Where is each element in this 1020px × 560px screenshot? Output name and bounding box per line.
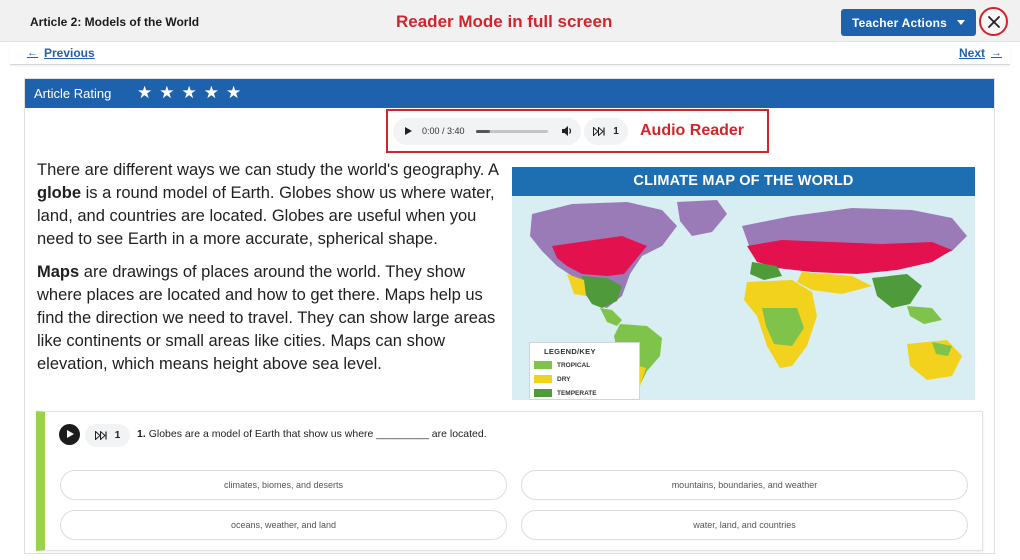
caret-down-icon [957,20,966,25]
legend-label: DRY [557,375,571,383]
article-rating-bar: Article Rating ★ ★ ★ ★ ★ [25,79,994,108]
play-icon[interactable] [405,127,412,135]
skip-forward-icon [593,127,605,136]
answer-option[interactable]: climates, biomes, and deserts [60,470,507,500]
arrow-right-icon: → [991,47,1002,59]
question-number: 1. [137,428,146,440]
legend-swatch [534,389,552,397]
legend-swatch [534,361,552,369]
legend-swatch [534,375,552,383]
audio-reader-annotation: Audio Reader [640,122,745,139]
previous-link[interactable]: ← Previous [27,46,95,60]
audio-time: 0:00 / 3:40 [422,126,465,136]
audio-player: 0:00 / 3:40 [393,118,581,145]
next-link[interactable]: Next → [959,46,1002,60]
answer-option[interactable]: water, land, and countries [521,510,968,540]
teacher-actions-label: Teacher Actions [851,15,948,30]
legend-item: DRY [534,374,570,384]
play-icon [67,430,74,438]
article-body: There are different ways we can study th… [37,159,502,386]
answer-option[interactable]: oceans, weather, and land [60,510,507,540]
next-label: Next [958,46,985,60]
reader-header: Article 2: Models of the World Reader Mo… [0,0,1020,42]
article-title: Article 2: Models of the World [30,15,200,29]
arrow-left-icon: ← [27,47,38,59]
star-icon[interactable]: ★ [204,83,219,103]
audio-progress-fill [476,130,491,133]
legend-title: LEGEND/KEY [544,347,596,356]
paragraph-text: There are different ways we can study th… [37,161,499,179]
map-legend: LEGEND/KEY TROPICAL DRY TEMPERATE [529,342,640,400]
question-prompt: Globes are a model of Earth that show us… [148,428,487,440]
map-title: CLIMATE MAP OF THE WORLD [512,167,975,196]
audio-speed-button[interactable]: 1 [584,118,628,145]
answer-option[interactable]: mountains, boundaries, and weather [521,470,968,500]
article-paragraph: Maps are drawings of places around the w… [37,261,502,376]
legend-label: TROPICAL [557,361,591,369]
previous-label: Previous [44,46,95,60]
question-card: 1 1. Globes are a model of Earth that sh… [36,411,983,551]
article-navigation: ← Previous Next → [10,43,1010,65]
volume-icon[interactable] [561,125,573,137]
teacher-actions-button[interactable]: Teacher Actions [841,9,976,36]
paragraph-text: are drawings of places around the world.… [37,263,496,373]
question-play-button[interactable] [59,424,80,445]
bold-term: Maps [37,263,80,281]
question-speed-value: 1 [114,430,121,441]
question-speed-button[interactable]: 1 [85,424,130,447]
legend-label: TEMPERATE [557,389,597,397]
star-icon[interactable]: ★ [226,83,241,103]
close-button[interactable] [979,7,1008,36]
audio-reader-box: 0:00 / 3:40 1 Audio Reader [386,109,769,153]
climate-map: CLIMATE MAP OF THE WORLD LEGEND/KEY TROP… [512,167,975,400]
rating-stars: ★ ★ ★ ★ ★ [137,83,241,103]
star-icon[interactable]: ★ [182,83,197,103]
paragraph-text: is a round model of Earth. Globes show u… [37,184,495,248]
article-card: Article Rating ★ ★ ★ ★ ★ 0:00 / 3:40 1 A… [24,78,995,554]
legend-item: TEMPERATE [534,388,597,398]
skip-forward-icon [94,431,107,440]
article-paragraph: There are different ways we can study th… [37,159,502,251]
star-icon[interactable]: ★ [159,83,174,103]
bold-term: globe [37,184,81,202]
legend-item: TROPICAL [534,360,590,370]
question-text: 1. Globes are a model of Earth that show… [137,428,487,440]
audio-speed-value: 1 [613,126,619,137]
article-rating-label: Article Rating [34,86,112,101]
audio-progress-track[interactable] [476,130,548,133]
close-icon [987,15,1000,28]
reader-mode-annotation: Reader Mode in full screen [396,12,613,31]
star-icon[interactable]: ★ [137,83,152,103]
